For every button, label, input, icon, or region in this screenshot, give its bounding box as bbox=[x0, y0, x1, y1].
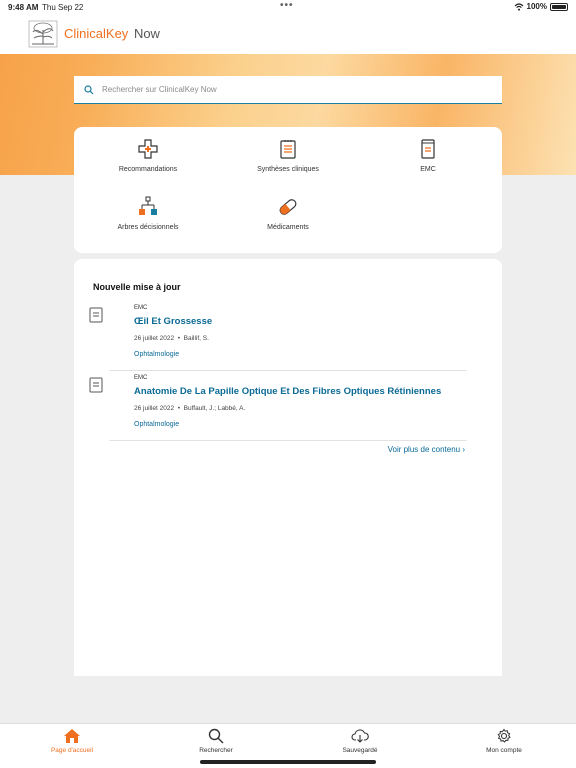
medical-cross-icon bbox=[138, 139, 158, 159]
list-item[interactable]: EMC Anatomie De La Papille Optique Et De… bbox=[89, 375, 467, 441]
chevron-right-icon: › bbox=[462, 445, 465, 454]
search-placeholder: Rechercher sur ClinicalKey Now bbox=[102, 85, 217, 94]
updates-heading: Nouvelle mise à jour bbox=[93, 282, 181, 292]
gear-icon bbox=[497, 728, 511, 743]
categories-card: Recommandations Synthèses cliniques EMC … bbox=[74, 127, 502, 253]
see-more-label: Voir plus de contenu bbox=[387, 445, 461, 454]
search-icon bbox=[84, 84, 94, 94]
see-more-link[interactable]: Voir plus de contenu › bbox=[388, 445, 465, 454]
brand-main: ClinicalKey bbox=[64, 26, 129, 41]
updates-card: Nouvelle mise à jour EMC Œil Et Grossess… bbox=[74, 259, 502, 676]
article-source: EMC bbox=[134, 305, 148, 311]
article-tag[interactable]: Ophtalmologie bbox=[134, 351, 179, 358]
tab-label: Mon compte bbox=[486, 747, 522, 754]
pill-icon bbox=[279, 199, 297, 215]
category-label: Synthèses cliniques bbox=[257, 166, 319, 173]
article-title[interactable]: Œil Et Grossesse bbox=[134, 316, 212, 327]
status-date: Thu Sep 22 bbox=[42, 3, 84, 12]
app-header: ClinicalKey Now bbox=[0, 14, 576, 54]
tab-label: Rechercher bbox=[199, 747, 233, 754]
elsevier-logo-icon bbox=[28, 20, 58, 48]
category-label: EMC bbox=[420, 166, 436, 173]
article-title[interactable]: Anatomie De La Papille Optique Et Des Fi… bbox=[134, 386, 441, 397]
category-syntheses[interactable]: Synthèses cliniques bbox=[228, 138, 348, 173]
article-meta: 26 juillet 2022 • Baillif, S. bbox=[134, 335, 209, 342]
category-label: Recommandations bbox=[118, 166, 178, 173]
article-authors: Buffault, J.; Labbé, A. bbox=[183, 405, 246, 412]
article-authors: Baillif, S. bbox=[183, 335, 209, 342]
list-item[interactable]: EMC Œil Et Grossesse 26 juillet 2022 • B… bbox=[89, 305, 467, 371]
wifi-icon bbox=[514, 2, 523, 11]
tab-label: Sauvegardé bbox=[342, 747, 378, 754]
status-bar: 9:48 AM Thu Sep 22 ••• 100% bbox=[0, 0, 576, 14]
article-date: 26 juillet 2022 bbox=[134, 405, 175, 412]
home-indicator[interactable] bbox=[200, 760, 376, 764]
battery-percent: 100% bbox=[526, 2, 547, 11]
category-arbres[interactable]: Arbres décisionnels bbox=[88, 196, 208, 231]
article-meta: 26 juillet 2022 • Buffault, J.; Labbé, A… bbox=[134, 405, 246, 412]
tab-label: Page d'accueil bbox=[50, 747, 94, 754]
status-time: 9:48 AM bbox=[8, 3, 39, 12]
battery-icon bbox=[550, 2, 568, 11]
category-recommandations[interactable]: Recommandations bbox=[88, 138, 208, 173]
tab-home[interactable]: Page d'accueil bbox=[22, 728, 122, 754]
tab-search[interactable]: Rechercher bbox=[166, 728, 266, 754]
brand-sub: Now bbox=[133, 26, 160, 41]
category-medicaments[interactable]: Médicaments bbox=[228, 196, 348, 231]
clipboard-icon bbox=[280, 140, 296, 159]
document-icon bbox=[89, 307, 103, 323]
search-icon bbox=[208, 728, 224, 744]
tab-saved[interactable]: Sauvegardé bbox=[310, 728, 410, 754]
article-tag[interactable]: Ophtalmologie bbox=[134, 421, 179, 428]
article-date: 26 juillet 2022 bbox=[134, 335, 175, 342]
home-icon bbox=[64, 729, 80, 743]
category-label: Médicaments bbox=[267, 224, 309, 231]
decision-tree-icon bbox=[139, 196, 157, 215]
multitasking-dots-icon[interactable]: ••• bbox=[280, 0, 294, 11]
cloud-download-icon bbox=[351, 729, 369, 743]
article-source: EMC bbox=[134, 375, 148, 381]
document-icon bbox=[421, 139, 435, 159]
tab-account[interactable]: Mon compte bbox=[454, 728, 554, 754]
brand-title: ClinicalKey Now bbox=[64, 26, 160, 41]
category-label: Arbres décisionnels bbox=[117, 224, 179, 231]
category-emc[interactable]: EMC bbox=[368, 138, 488, 173]
search-input[interactable]: Rechercher sur ClinicalKey Now bbox=[74, 76, 502, 104]
document-icon bbox=[89, 377, 103, 393]
